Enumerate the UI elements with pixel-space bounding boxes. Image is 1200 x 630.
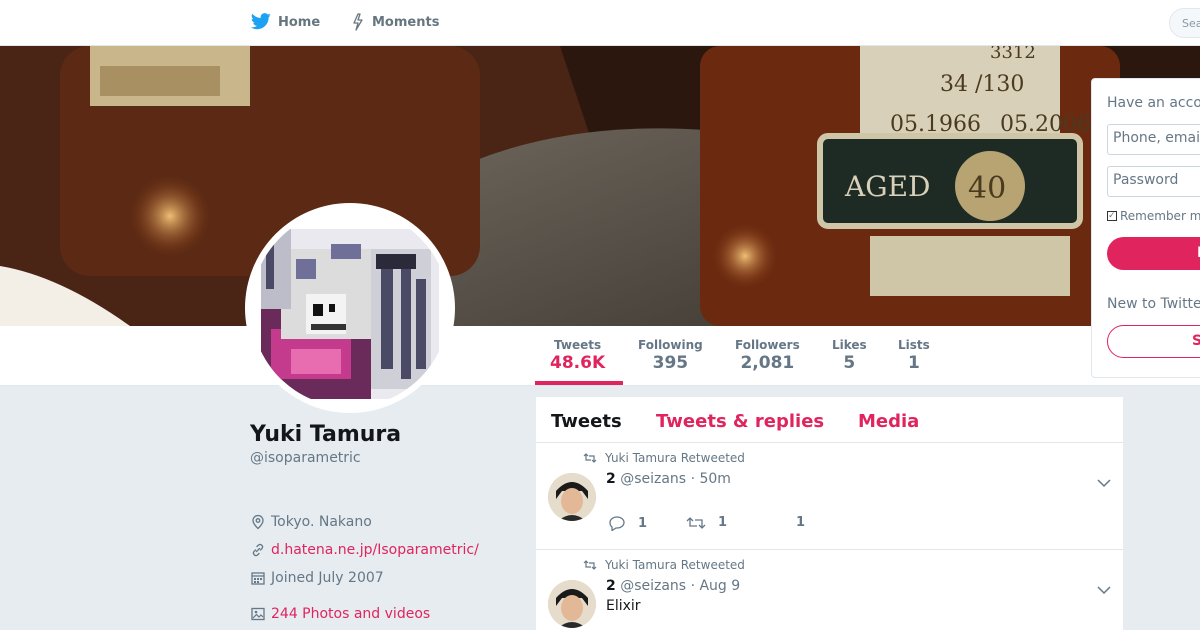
active-stat-underline bbox=[535, 381, 623, 385]
website-link[interactable]: d.hatena.ne.jp/Isoparametric/ bbox=[271, 542, 479, 558]
tweet-time[interactable]: · Aug 9 bbox=[691, 578, 741, 594]
svg-text:05.2006: 05.2006 bbox=[1000, 112, 1091, 137]
remember-label: Remember m bbox=[1120, 209, 1200, 223]
stat-tweets-label: Tweets bbox=[554, 338, 602, 352]
joined-text: Joined July 2007 bbox=[271, 570, 384, 586]
remember-checkbox[interactable]: ✓ bbox=[1107, 211, 1117, 221]
stat-tweets-value: 48.6K bbox=[550, 353, 606, 373]
retweet-small-icon bbox=[583, 453, 597, 463]
tweet-header: 2 @seizans · 50m bbox=[606, 471, 731, 487]
phone-email-field[interactable]: Phone, email bbox=[1107, 124, 1200, 155]
photo-icon bbox=[251, 607, 265, 621]
retweet-context-text: Yuki Tamura Retweeted bbox=[605, 451, 745, 465]
tweet-time[interactable]: · 50m bbox=[691, 471, 731, 487]
profile-avatar[interactable] bbox=[245, 203, 455, 413]
tweet-actions: 1 1 1 bbox=[608, 515, 828, 537]
lightning-icon bbox=[353, 13, 363, 31]
profile-joined: Joined July 2007 bbox=[250, 570, 384, 586]
profile-name: Yuki Tamura bbox=[250, 422, 402, 447]
tweet-author-handle[interactable]: @seizans bbox=[620, 471, 686, 487]
remember-me[interactable]: ✓ Remember m bbox=[1107, 209, 1200, 223]
banner-photo: AGED 40 05.1966 05.2006 34 /130 3312 bbox=[0, 46, 1200, 326]
retweet-action[interactable]: 1 bbox=[686, 515, 727, 530]
retweet-context-text: Yuki Tamura Retweeted bbox=[605, 558, 745, 572]
login-button[interactable]: L bbox=[1107, 237, 1200, 270]
location-text: Tokyo. Nakano bbox=[271, 514, 372, 530]
tweet-author-avatar[interactable] bbox=[548, 580, 596, 628]
tweet-header: 2 @seizans · Aug 9 bbox=[606, 578, 740, 594]
stat-following[interactable]: Following 395 bbox=[638, 338, 703, 373]
tab-tweets-and-replies[interactable]: Tweets & replies bbox=[656, 411, 824, 432]
stat-following-value: 395 bbox=[652, 353, 689, 373]
photos-link[interactable]: 244 Photos and videos bbox=[271, 606, 430, 622]
retweet-count: 1 bbox=[718, 515, 728, 530]
stat-likes-label: Likes bbox=[832, 338, 867, 352]
tweet-author-handle[interactable]: @seizans bbox=[620, 578, 686, 594]
nav-home-label: Home bbox=[278, 14, 321, 30]
stat-lists[interactable]: Lists 1 bbox=[898, 338, 930, 373]
stat-followers[interactable]: Followers 2,081 bbox=[735, 338, 800, 373]
author-photo bbox=[548, 473, 596, 521]
twitter-bird-icon bbox=[250, 13, 271, 30]
search-input[interactable]: Sea bbox=[1169, 8, 1200, 38]
profile-photos: 244 Photos and videos bbox=[250, 606, 430, 622]
top-nav-bar: Home Moments Sea bbox=[0, 0, 1200, 46]
retweet-context: Yuki Tamura Retweeted bbox=[583, 558, 745, 572]
retweet-icon bbox=[686, 516, 706, 529]
login-title: Have an acco bbox=[1107, 95, 1200, 111]
reply-count: 1 bbox=[638, 515, 648, 531]
nav-moments[interactable]: Moments bbox=[350, 13, 439, 31]
location-pin-icon bbox=[252, 514, 264, 530]
retweet-context: Yuki Tamura Retweeted bbox=[583, 451, 745, 465]
tweet-text: Elixir bbox=[606, 598, 641, 614]
profile-location: Tokyo. Nakano bbox=[250, 514, 372, 530]
tweet-item[interactable]: Yuki Tamura Retweeted 2 @seizans · 50m 1 bbox=[536, 443, 1123, 550]
nav-moments-label: Moments bbox=[372, 14, 440, 30]
author-photo bbox=[548, 580, 596, 628]
svg-text:AGED: AGED bbox=[844, 170, 930, 203]
pixel-art-avatar bbox=[251, 209, 449, 407]
tweet-item[interactable]: Yuki Tamura Retweeted 2 @seizans · Aug 9… bbox=[536, 550, 1123, 630]
tab-media[interactable]: Media bbox=[858, 411, 919, 432]
stat-lists-label: Lists bbox=[898, 338, 930, 352]
profile-handle: @isoparametric bbox=[250, 450, 361, 466]
password-field[interactable]: Password bbox=[1107, 166, 1200, 197]
stat-likes[interactable]: Likes 5 bbox=[832, 338, 867, 373]
stat-tweets[interactable]: Tweets 48.6K bbox=[550, 338, 605, 373]
like-action[interactable]: 1 bbox=[796, 515, 805, 530]
stat-lists-value: 1 bbox=[907, 353, 920, 373]
calendar-icon bbox=[251, 572, 265, 585]
profile-stats-bar: Tweets 48.6K Following 395 Followers 2,0… bbox=[0, 326, 1200, 386]
svg-text:3312: 3312 bbox=[990, 46, 1036, 63]
chevron-down-icon[interactable] bbox=[1097, 580, 1111, 599]
like-count: 1 bbox=[796, 515, 806, 530]
retweet-small-icon bbox=[583, 560, 597, 570]
tweet-author-avatar[interactable] bbox=[548, 473, 596, 521]
timeline: Tweets Tweets & replies Media Yuki Tamur… bbox=[536, 397, 1123, 630]
profile-banner: AGED 40 05.1966 05.2006 34 /130 3312 bbox=[0, 46, 1200, 326]
profile-website: d.hatena.ne.jp/Isoparametric/ bbox=[250, 542, 479, 558]
reply-icon bbox=[609, 516, 625, 531]
stat-likes-value: 5 bbox=[843, 353, 856, 373]
tab-tweets[interactable]: Tweets bbox=[551, 411, 622, 432]
link-icon bbox=[252, 543, 264, 557]
svg-text:34 /130: 34 /130 bbox=[940, 72, 1024, 97]
nav-home[interactable]: Home bbox=[250, 13, 320, 31]
svg-text:05.1966: 05.1966 bbox=[890, 112, 981, 137]
svg-text:40: 40 bbox=[968, 171, 1006, 206]
tweet-author-name[interactable]: 2 bbox=[606, 578, 616, 594]
chevron-down-icon[interactable] bbox=[1097, 473, 1111, 492]
login-card: Have an acco Phone, email Password ✓ Rem… bbox=[1091, 78, 1200, 378]
tweet-author-name[interactable]: 2 bbox=[606, 471, 616, 487]
stat-followers-value: 2,081 bbox=[740, 353, 795, 373]
stat-following-label: Following bbox=[638, 338, 703, 352]
new-to-twitter-text: New to Twitte bbox=[1107, 296, 1200, 312]
stat-followers-label: Followers bbox=[735, 338, 800, 352]
timeline-tabs: Tweets Tweets & replies Media bbox=[536, 397, 1123, 443]
signup-button[interactable]: S bbox=[1107, 325, 1200, 358]
reply-action[interactable]: 1 bbox=[608, 515, 647, 531]
